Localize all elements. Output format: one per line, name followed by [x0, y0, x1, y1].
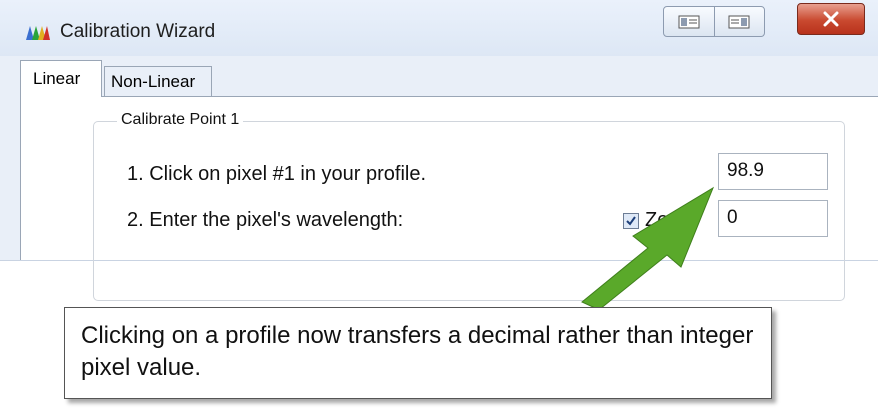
callout-box: Clicking on a profile now transfers a de… — [64, 307, 772, 399]
tab-label: Linear — [33, 69, 81, 88]
callout-text: Clicking on a profile now transfers a de… — [81, 322, 754, 381]
tab-linear[interactable]: Linear — [20, 60, 102, 97]
